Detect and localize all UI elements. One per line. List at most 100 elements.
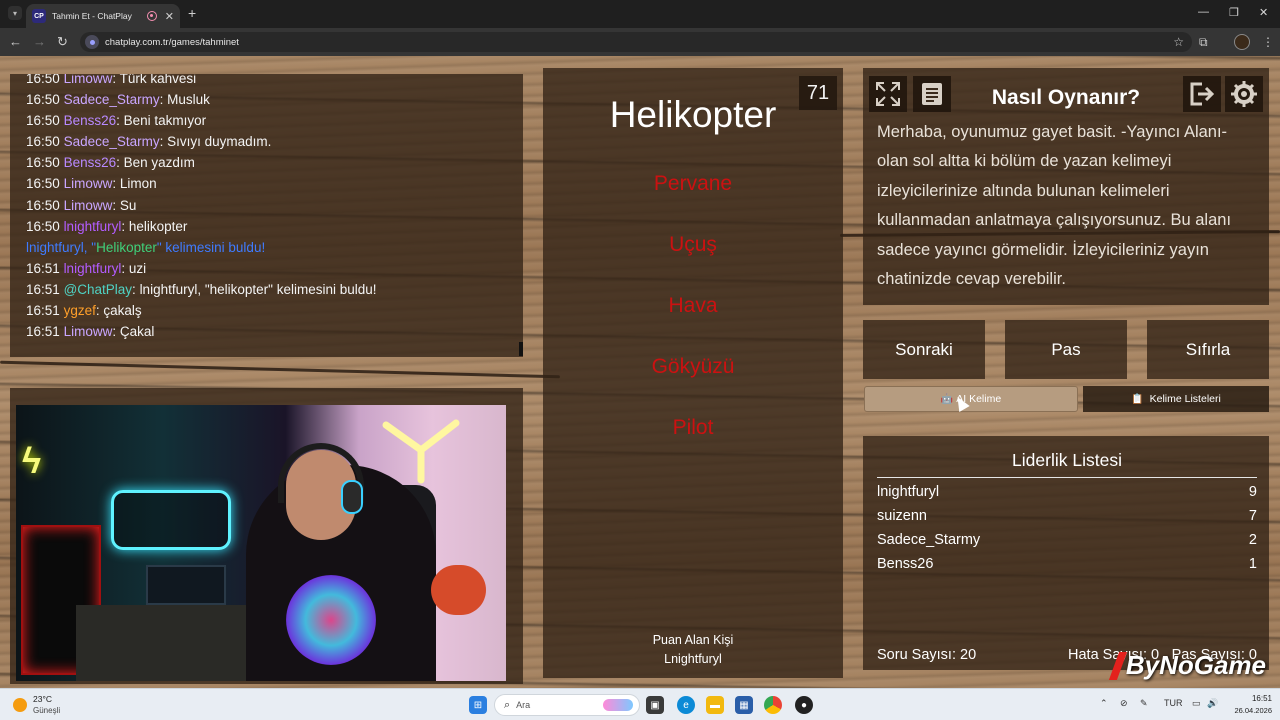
- volume-icon[interactable]: 🔊: [1207, 698, 1218, 709]
- chat-text: Ben yazdım: [123, 155, 195, 171]
- chat-colon: :: [121, 218, 129, 234]
- word-lists-button[interactable]: 📋 Kelime Listeleri: [1083, 386, 1269, 412]
- chat-text: Beni takmıyor: [123, 113, 207, 129]
- display-icon[interactable]: ▭: [1192, 698, 1201, 709]
- search-highlight-icon: [603, 699, 633, 711]
- close-window-icon[interactable]: ✕: [1259, 6, 1268, 19]
- watermark-text: ByNoGame: [1125, 650, 1266, 680]
- settings-gear-icon[interactable]: [1225, 76, 1263, 112]
- chat-message: 16:50 Sadece_Starmy: Sıvıyı duymadım.: [26, 131, 507, 152]
- shirt-print: [286, 575, 376, 665]
- pass-button[interactable]: Pas: [1005, 320, 1127, 379]
- chat-message: 16:51 lnightfuryl: uzi: [26, 258, 507, 279]
- player-name: suizenn: [877, 508, 927, 524]
- chat-colon: :: [112, 176, 120, 192]
- tray-pen-icon[interactable]: ✎: [1140, 698, 1148, 709]
- chat-message: 16:50 Limoww: Su: [26, 195, 507, 216]
- chat-scrollbar[interactable]: [519, 342, 523, 356]
- menu-dots-icon[interactable]: ⋮: [1262, 35, 1274, 49]
- task-view-icon[interactable]: ▣: [646, 696, 664, 714]
- chat-username[interactable]: Limoww: [64, 176, 113, 191]
- chat-username[interactable]: @ChatPlay: [64, 282, 132, 297]
- leaderboard-title: Liderlik Listesi: [877, 450, 1257, 478]
- bookmark-star-icon[interactable]: ☆: [1173, 35, 1184, 49]
- edge-icon[interactable]: e: [677, 696, 695, 714]
- forbidden-word: Uçuş: [669, 233, 717, 256]
- chat-username[interactable]: Benss26: [64, 113, 117, 128]
- chat-text: helikopter: [128, 218, 188, 234]
- tray-app-icon[interactable]: ⊘: [1120, 698, 1128, 709]
- chat-username[interactable]: Sadece_Starmy: [64, 134, 160, 149]
- chat-username[interactable]: lnightfuryl: [64, 261, 122, 276]
- chat-time: 16:51: [26, 303, 60, 319]
- scorer-label: Puan Alan Kişi: [652, 633, 734, 647]
- taskbar-search[interactable]: ⌕ Ara: [494, 694, 640, 716]
- chat-username[interactable]: ygzef: [64, 303, 96, 318]
- chat-time: 16:51: [26, 281, 60, 297]
- chat-username[interactable]: Limoww: [64, 74, 113, 86]
- next-button[interactable]: Sonraki: [863, 320, 985, 379]
- minimize-window-icon[interactable]: —: [1198, 6, 1209, 18]
- back-icon[interactable]: ←: [9, 34, 22, 49]
- player-score: 7: [1248, 508, 1257, 524]
- store-icon[interactable]: ▦: [735, 696, 753, 714]
- clock-time[interactable]: 16:51: [1232, 694, 1272, 703]
- chrome-icon[interactable]: [764, 696, 782, 714]
- logout-icon[interactable]: [1183, 76, 1221, 112]
- chat-panel[interactable]: 16:50 Limoww: Türk kahvesi 16:50 Sadece_S…: [10, 74, 523, 357]
- browser-tab[interactable]: CP Tahmin Et - ChatPlay ✕: [26, 4, 180, 28]
- player-score: 2: [1248, 532, 1257, 548]
- leaderboard-row: suizenn 7: [877, 508, 1257, 524]
- neon-sign-icon: [382, 419, 460, 484]
- chatplay-favicon-icon: CP: [32, 9, 46, 23]
- forbidden-word: Pilot: [672, 416, 714, 439]
- ai-word-button[interactable]: 🤖 AI Kelime: [864, 386, 1078, 412]
- forward-icon[interactable]: →: [33, 34, 46, 49]
- reload-icon[interactable]: ↻: [57, 34, 68, 50]
- tray-chevron-icon[interactable]: ⌃: [1100, 698, 1108, 709]
- game-page: 16:50 Limoww: Türk kahvesi 16:50 Sadece_S…: [0, 56, 1280, 688]
- chat-messages: 16:50 Limoww: Türk kahvesi 16:50 Sadece_S…: [26, 74, 507, 342]
- chat-message: 16:50 Benss26: Ben yazdım: [26, 152, 507, 173]
- chat-message: 16:50 Sadece_Starmy: Musluk: [26, 89, 507, 110]
- sun-icon[interactable]: [13, 698, 27, 712]
- search-placeholder: Ara: [516, 700, 531, 710]
- address-bar[interactable]: chatplay.com.tr/games/tahminet ☆: [80, 32, 1192, 52]
- language-indicator[interactable]: TUR: [1164, 698, 1183, 708]
- chat-username[interactable]: lnightfuryl: [64, 219, 122, 234]
- neon-bolt-icon: ϟ: [22, 440, 42, 481]
- leaderboard-row: Benss26 1: [877, 556, 1257, 572]
- search-icon: ⌕: [504, 698, 511, 711]
- player-score: 1: [1248, 556, 1257, 572]
- chat-text: Musluk: [167, 92, 210, 108]
- chat-username[interactable]: Limoww: [64, 198, 113, 213]
- clock-date[interactable]: 26.04.2026: [1218, 706, 1272, 715]
- player-name: Benss26: [877, 556, 934, 572]
- leaderboard-row: lnightfuryl 9: [877, 484, 1257, 500]
- player-name: Sadece_Starmy: [877, 532, 981, 548]
- reset-button[interactable]: Sıfırla: [1147, 320, 1269, 379]
- tab-close-icon[interactable]: ✕: [165, 10, 174, 23]
- chat-time: 16:50: [26, 197, 60, 213]
- start-windows-icon[interactable]: ⊞: [469, 696, 487, 714]
- profile-avatar[interactable]: [1234, 34, 1250, 50]
- chat-username[interactable]: Sadece_Starmy: [64, 92, 160, 107]
- chat-message: 16:51 @ChatPlay: lnightfuryl, "helikopte…: [26, 279, 507, 300]
- extensions-icon[interactable]: ⧉: [1199, 35, 1208, 50]
- restore-window-icon[interactable]: ❐: [1229, 6, 1239, 19]
- chat-username[interactable]: Limoww: [64, 324, 113, 339]
- recording-indicator-icon: [146, 11, 157, 21]
- obs-icon[interactable]: ●: [795, 696, 813, 714]
- chat-text: Su: [119, 197, 137, 213]
- weather-temp: 23°C: [33, 694, 52, 704]
- tab-title: Tahmin Et - ChatPlay: [52, 11, 132, 21]
- tab-search-icon[interactable]: ▾: [8, 6, 22, 20]
- clipboard-icon: 📋: [1131, 393, 1144, 405]
- file-explorer-icon[interactable]: ▬: [706, 696, 724, 714]
- chat-username[interactable]: Benss26: [64, 155, 117, 170]
- forbidden-word: Gökyüzü: [651, 355, 735, 378]
- site-info-icon[interactable]: [85, 35, 99, 49]
- neon-logo-sign: [111, 490, 231, 550]
- chat-time: 16:50: [26, 74, 60, 86]
- new-tab-button[interactable]: +: [188, 5, 196, 21]
